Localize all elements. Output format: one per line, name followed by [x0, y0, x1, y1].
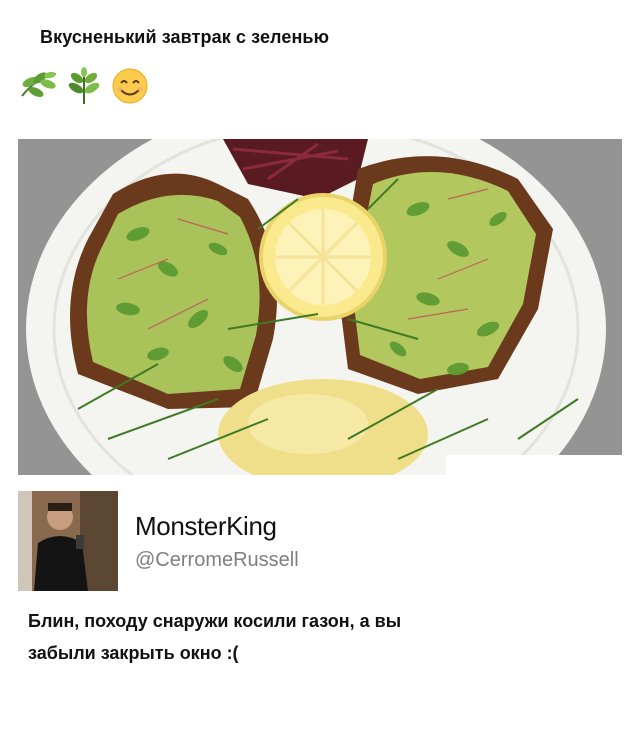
author-handle[interactable]: @CerromeRussell [135, 549, 299, 572]
tweet-text-line: Блин, походу снаружи косили газон, а вы [28, 611, 402, 631]
avatar[interactable] [18, 491, 118, 591]
tweet-text-line: забыли закрыть окно :( [28, 643, 239, 663]
emoji-row [16, 64, 152, 108]
post-title: Вкусненький завтрак с зеленью [40, 27, 330, 47]
herb-icon [68, 67, 100, 104]
author-name[interactable]: MonsterKing [135, 511, 277, 542]
food-photo [18, 139, 622, 475]
smiling-face-icon [112, 68, 148, 104]
herb-icon [21, 71, 57, 97]
tweet-card: MonsterKing @CerromeRussell Блин, походу… [0, 475, 640, 755]
tweet-text: Блин, походу снаружи косили газон, а вы … [28, 605, 588, 669]
